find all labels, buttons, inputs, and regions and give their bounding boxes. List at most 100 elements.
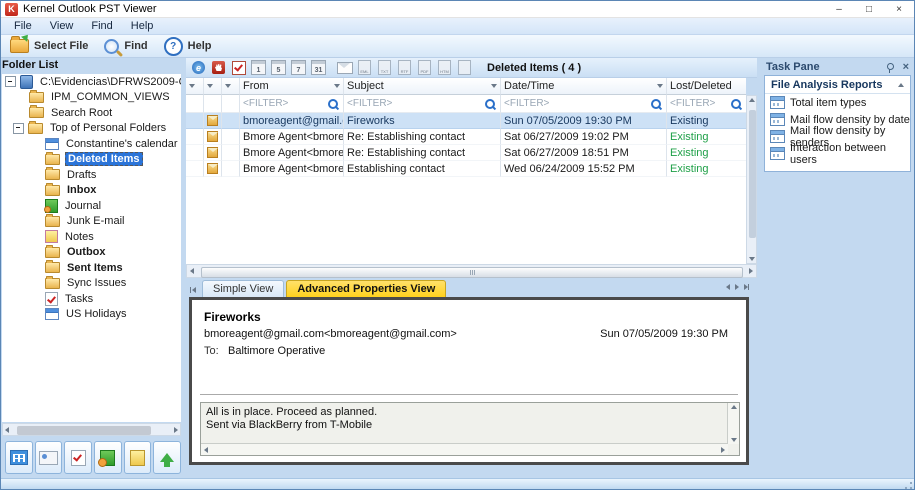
scroll-down-icon[interactable] xyxy=(749,257,755,261)
tab-simple-view[interactable]: Simple View xyxy=(202,280,284,297)
file-analysis-reports-header[interactable]: File Analysis Reports xyxy=(765,76,910,94)
tree-item-us-holidays[interactable]: US Holidays xyxy=(2,307,181,323)
calendar-31-button[interactable]: 31 xyxy=(309,59,328,76)
tree-item-tasks[interactable]: Tasks xyxy=(2,291,181,307)
flag-column-header[interactable] xyxy=(186,78,204,95)
find-button[interactable]: Find xyxy=(99,37,152,56)
lost-deleted-filter-input[interactable]: <FILTER> xyxy=(667,95,746,113)
chevron-down-icon[interactable] xyxy=(491,84,497,88)
icon-column-header[interactable] xyxy=(204,78,222,95)
tasks-shortcut-button[interactable] xyxy=(64,441,92,474)
from-filter-input[interactable]: <FILTER> xyxy=(240,95,344,113)
tree-item-constantines-calendar[interactable]: Constantine's calendar xyxy=(2,136,181,152)
export-pdf-button[interactable]: PDF xyxy=(415,59,434,76)
scroll-right-icon[interactable] xyxy=(721,447,725,453)
calendar-1-button[interactable]: 1 xyxy=(249,59,268,76)
resize-grip[interactable] xyxy=(905,482,912,489)
from-column-header[interactable]: From xyxy=(240,78,344,95)
datetime-filter-input[interactable]: <FILTER> xyxy=(501,95,667,113)
menu-file[interactable]: File xyxy=(5,20,41,32)
tab-scroll-first-button[interactable] xyxy=(190,287,196,293)
tab-next-icon[interactable] xyxy=(735,284,739,290)
close-button[interactable]: × xyxy=(884,4,914,15)
body-vscrollbar[interactable] xyxy=(727,403,739,444)
pin-icon[interactable] xyxy=(887,63,894,70)
export-html-button[interactable]: HTM xyxy=(435,59,454,76)
subject-column-header[interactable]: Subject xyxy=(344,78,501,95)
search-icon[interactable] xyxy=(731,99,741,109)
message-row-selected[interactable]: bmoreagent@gmail.com<bm... Fireworks Sun… xyxy=(186,113,746,129)
scrollbar-thumb[interactable] xyxy=(17,426,151,435)
search-icon[interactable] xyxy=(485,99,495,109)
collapse-icon[interactable] xyxy=(898,83,904,87)
calendar-7-button[interactable]: 7 xyxy=(289,59,308,76)
chevron-down-icon[interactable] xyxy=(334,84,340,88)
tree-item-journal[interactable]: Journal xyxy=(2,198,181,214)
export-eml-button[interactable]: EML xyxy=(355,59,374,76)
scroll-left-icon[interactable] xyxy=(204,447,208,453)
tree-item-inbox[interactable]: Inbox xyxy=(2,183,181,199)
message-row[interactable]: Bmore Agent<bmoreagent@... Re: Establish… xyxy=(186,145,746,161)
select-file-button[interactable]: Select File xyxy=(5,37,93,55)
envelope-button[interactable] xyxy=(335,59,354,76)
tree-item-pst-root[interactable]: C:\Evidencias\DFRWS2009-Outlo xyxy=(2,74,181,90)
minimize-button[interactable]: – xyxy=(824,4,854,15)
grid-vscrollbar[interactable] xyxy=(746,95,757,264)
body-hscrollbar[interactable] xyxy=(201,443,728,455)
tab-prev-icon[interactable] xyxy=(726,284,730,290)
tree-item-junk-email[interactable]: Junk E-mail xyxy=(2,214,181,230)
tree-item-deleted-items[interactable]: Deleted Items xyxy=(2,152,181,168)
tree-item-ipm-common-views[interactable]: IPM_COMMON_VIEWS xyxy=(2,90,181,106)
tree-item-notes[interactable]: Notes xyxy=(2,229,181,245)
subject-filter-input[interactable]: <FILTER> xyxy=(344,95,501,113)
tab-last-icon[interactable] xyxy=(744,281,749,293)
journal-shortcut-button[interactable] xyxy=(94,441,122,474)
tab-advanced-properties-view[interactable]: Advanced Properties View xyxy=(286,280,446,297)
maximize-button[interactable]: □ xyxy=(854,4,884,15)
tree-item-sync-issues[interactable]: Sync Issues xyxy=(2,276,181,292)
calendar-5-button[interactable]: 5 xyxy=(269,59,288,76)
export-rtf-button[interactable]: RTF xyxy=(395,59,414,76)
search-icon[interactable] xyxy=(651,99,661,109)
scroll-right-icon[interactable] xyxy=(749,268,753,274)
scroll-left-icon[interactable] xyxy=(5,427,9,433)
menu-view[interactable]: View xyxy=(41,20,83,32)
stop-hand-button[interactable] xyxy=(209,59,228,76)
scroll-left-icon[interactable] xyxy=(190,268,194,274)
scroll-down-icon[interactable] xyxy=(731,438,737,442)
scrollbar-thumb[interactable] xyxy=(749,110,756,238)
report-total-item-types[interactable]: Total item types xyxy=(765,94,910,111)
scroll-up-icon[interactable] xyxy=(749,98,755,102)
internet-explorer-button[interactable]: e xyxy=(189,59,208,76)
collapse-expander-icon[interactable] xyxy=(13,123,24,134)
report-interaction-between-users[interactable]: Interaction between users xyxy=(765,145,910,162)
attachment-column-header[interactable] xyxy=(222,78,240,95)
lost-deleted-column-header[interactable]: Lost/Deleted xyxy=(667,78,746,95)
tree-item-outbox[interactable]: Outbox xyxy=(2,245,181,261)
message-row[interactable]: Bmore Agent<bmoreagent@... Establishing … xyxy=(186,161,746,177)
tree-item-top-of-personal-folders[interactable]: Top of Personal Folders xyxy=(2,121,181,137)
menu-help[interactable]: Help xyxy=(122,20,163,32)
export-file-button[interactable] xyxy=(455,59,474,76)
calendar-shortcut-button[interactable] xyxy=(5,441,33,474)
grid-hscrollbar[interactable] xyxy=(186,264,757,278)
scrollbar-thumb[interactable] xyxy=(201,267,743,278)
collapse-expander-icon[interactable] xyxy=(5,76,16,87)
datetime-column-header[interactable]: Date/Time xyxy=(501,78,667,95)
up-folder-shortcut-button[interactable] xyxy=(153,441,181,474)
scroll-up-icon[interactable] xyxy=(731,405,737,409)
help-button[interactable]: ? Help xyxy=(159,35,217,58)
search-icon[interactable] xyxy=(328,99,338,109)
tree-item-search-root[interactable]: Search Root xyxy=(2,105,181,121)
contacts-shortcut-button[interactable] xyxy=(35,441,63,474)
tree-item-sent-items[interactable]: Sent Items xyxy=(2,260,181,276)
menu-find[interactable]: Find xyxy=(82,20,121,32)
chevron-down-icon[interactable] xyxy=(657,84,663,88)
tree-item-drafts[interactable]: Drafts xyxy=(2,167,181,183)
folder-list-hscrollbar[interactable] xyxy=(2,423,181,436)
task-pane-close-icon[interactable]: × xyxy=(903,61,909,73)
task-filter-button[interactable] xyxy=(229,59,248,76)
scroll-right-icon[interactable] xyxy=(174,427,178,433)
message-row[interactable]: Bmore Agent<bmoreagent@... Re: Establish… xyxy=(186,129,746,145)
preview-body-box[interactable]: All is in place. Proceed as planned. Sen… xyxy=(200,402,740,456)
